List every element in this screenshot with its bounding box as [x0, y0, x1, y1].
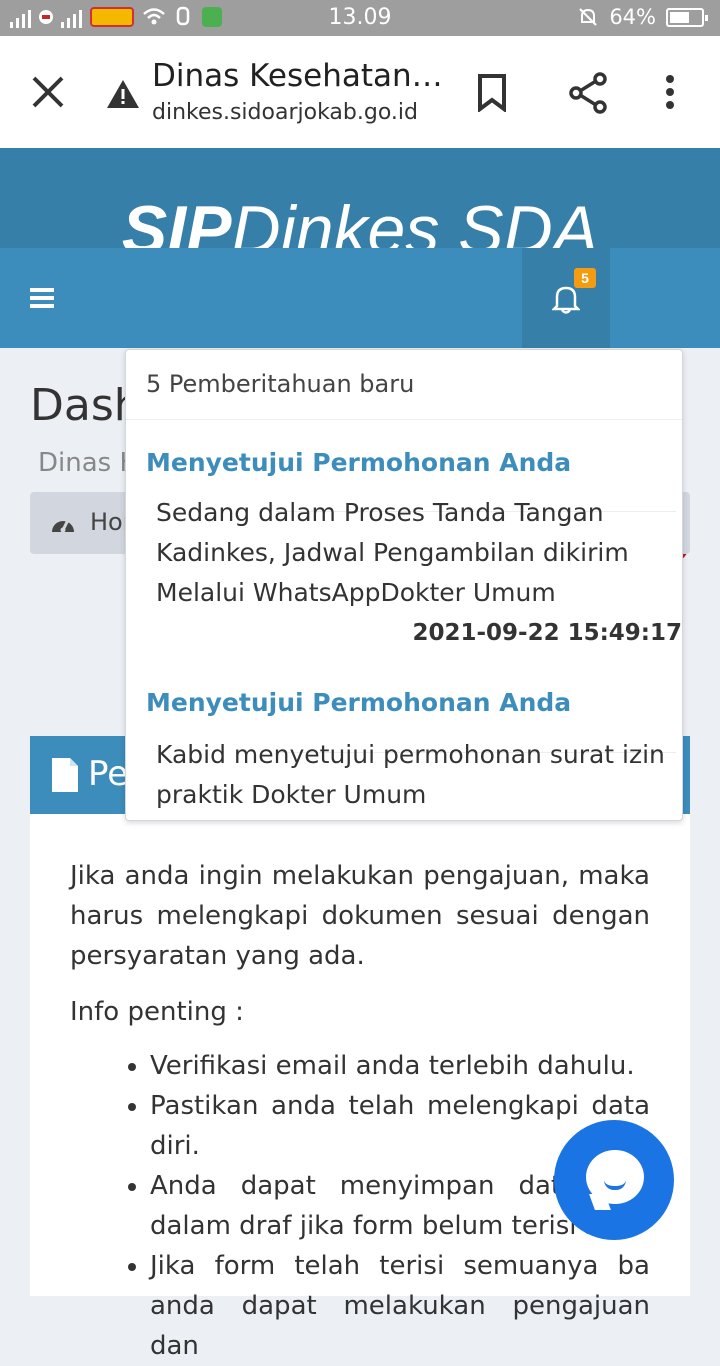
chat-bubble-icon	[586, 1150, 644, 1204]
share-icon[interactable]	[568, 72, 608, 114]
status-bar: 13.09 64%	[0, 0, 720, 36]
menu-toggle-icon[interactable]	[30, 288, 54, 312]
notification-item[interactable]: Menyetujui Permohonan Anda Kabid menyetu…	[126, 670, 682, 820]
bookmark-icon[interactable]	[476, 74, 508, 112]
silent-bell-icon	[579, 8, 598, 26]
notification-title: Menyetujui Permohonan Anda	[146, 688, 572, 717]
more-icon[interactable]	[664, 74, 676, 110]
dropdown-header: 5 Pemberitahuan baru	[126, 350, 682, 420]
battery-icon	[666, 7, 708, 27]
notifications-dropdown: 5 Pemberitahuan baru Menyetujui Permohon…	[125, 349, 683, 821]
notification-item[interactable]: Menyetujui Permohonan Anda Sedang dalam …	[126, 420, 682, 670]
page-title-tab[interactable]: Dinas Kesehatan…	[152, 58, 443, 94]
warning-icon[interactable]	[106, 78, 140, 110]
panel-intro: Jika anda ingin melakukan pengajuan, mak…	[70, 861, 650, 971]
bell-icon	[552, 286, 580, 314]
panel-title: Pe	[88, 754, 129, 794]
list-item: Jika form telah terisi semuanya ba anda …	[150, 1246, 650, 1366]
site-brand[interactable]: SIP Dinkes SDA	[0, 148, 720, 268]
dashboard-icon	[52, 519, 74, 533]
panel-body: Jika anda ingin melakukan pengajuan, mak…	[70, 856, 650, 1366]
url-text[interactable]: dinkes.sidoarjokab.go.id	[152, 100, 418, 125]
notification-title: Menyetujui Permohonan Anda	[146, 448, 572, 477]
document-icon	[52, 758, 78, 792]
list-item: Verifikasi email anda terlebih dahulu.	[150, 1046, 650, 1086]
notification-body: Sedang dalam Proses Tanda Tangan Kadinke…	[156, 498, 629, 607]
battery-fill	[670, 11, 690, 23]
status-right: 64%	[577, 5, 708, 29]
close-icon[interactable]	[30, 74, 66, 110]
page-subtitle: Dinas K	[38, 448, 137, 478]
top-navbar: 5	[0, 248, 720, 566]
notifications-button[interactable]: 5	[522, 248, 610, 348]
chat-button[interactable]	[554, 1120, 674, 1240]
notification-body: Kabid menyetujui permohonan surat izin p…	[156, 740, 665, 809]
browser-toolbar: Dinas Kesehatan… dinkes.sidoarjokab.go.i…	[0, 36, 720, 148]
notification-date: 2021-09-22 15:49:17	[412, 620, 682, 646]
notification-count-badge: 5	[574, 268, 596, 288]
battery-percent: 64%	[609, 5, 656, 29]
info-label: Info penting :	[70, 997, 244, 1027]
